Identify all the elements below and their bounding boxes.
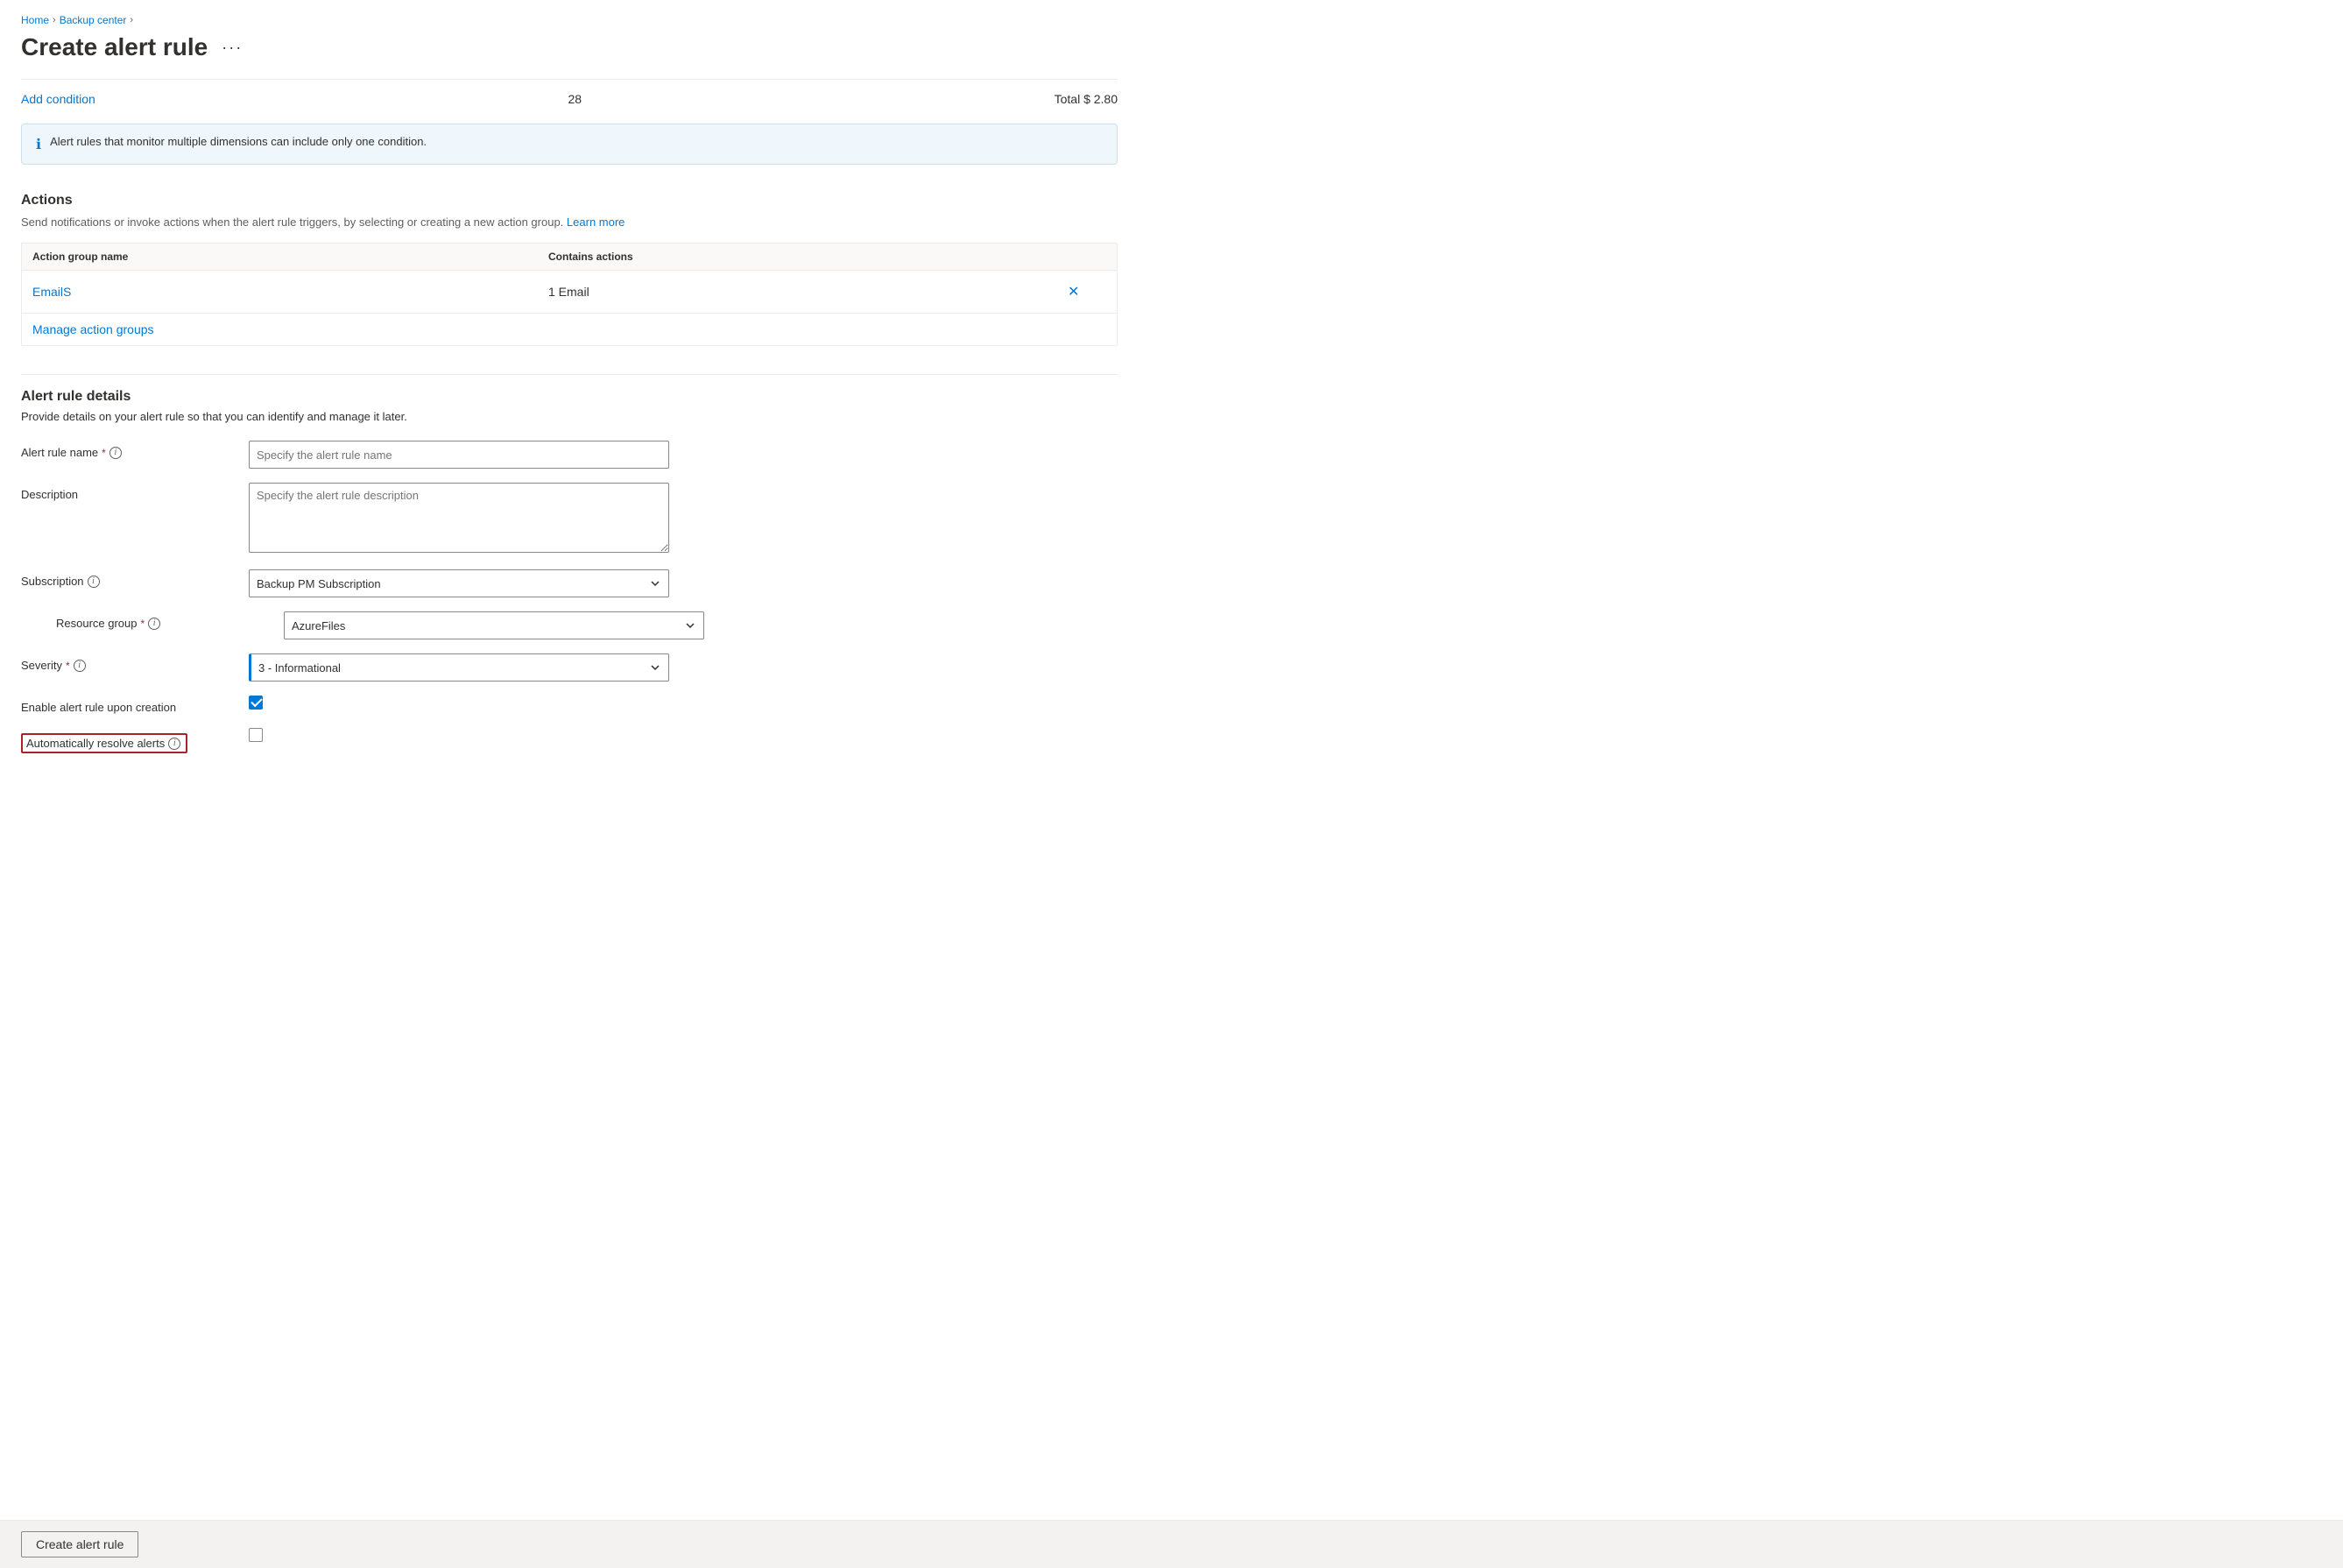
info-banner: ℹ Alert rules that monitor multiple dime… bbox=[21, 124, 1118, 165]
action-group-actions-cell: 1 Email bbox=[548, 285, 1064, 299]
auto-resolve-checkbox[interactable] bbox=[249, 728, 263, 742]
total-cost: Total $ 2.80 bbox=[1055, 92, 1118, 106]
subscription-row: Subscription i Backup PM Subscription bbox=[21, 569, 1118, 597]
description-label-col: Description bbox=[21, 483, 249, 501]
page-header: Create alert rule ··· bbox=[21, 33, 1118, 61]
details-section: Alert rule details Provide details on yo… bbox=[21, 389, 1118, 753]
ellipsis-button[interactable]: ··· bbox=[216, 37, 248, 59]
action-group-link[interactable]: EmailS bbox=[32, 285, 71, 299]
col-header-actions: Contains actions bbox=[548, 251, 1064, 263]
resource-group-row: Resource group * i AzureFiles bbox=[21, 611, 1118, 639]
action-group-name-cell: EmailS bbox=[32, 285, 548, 299]
manage-action-groups-link[interactable]: Manage action groups bbox=[32, 322, 154, 336]
subscription-control: Backup PM Subscription bbox=[249, 569, 1118, 597]
required-star-severity: * bbox=[66, 660, 70, 672]
auto-resolve-highlight: Automatically resolve alerts i bbox=[21, 733, 187, 753]
manage-link-row: Manage action groups bbox=[22, 314, 1117, 345]
subscription-label-col: Subscription i bbox=[21, 569, 249, 588]
alert-rule-name-info-icon[interactable]: i bbox=[109, 447, 122, 459]
description-control bbox=[249, 483, 1118, 555]
page-title: Create alert rule bbox=[21, 33, 208, 61]
details-section-desc: Provide details on your alert rule so th… bbox=[21, 410, 1118, 423]
auto-resolve-checkbox-wrapper bbox=[249, 728, 1118, 742]
subscription-info-icon[interactable]: i bbox=[88, 576, 100, 588]
action-groups-table: Action group name Contains actions Email… bbox=[21, 243, 1118, 346]
footer-bar: Create alert rule bbox=[0, 1520, 2343, 1568]
breadcrumb-backup-center[interactable]: Backup center bbox=[60, 14, 127, 26]
actions-section-title: Actions bbox=[21, 193, 1118, 208]
severity-label-col: Severity * i bbox=[21, 653, 249, 672]
auto-resolve-label-col: Automatically resolve alerts i bbox=[21, 728, 249, 753]
auto-resolve-info-icon[interactable]: i bbox=[168, 738, 180, 750]
severity-row: Severity * i 0 - Critical 1 - Error 2 - … bbox=[21, 653, 1118, 682]
alert-rule-name-label-col: Alert rule name * i bbox=[21, 441, 249, 459]
details-section-title: Alert rule details bbox=[21, 389, 1118, 405]
auto-resolve-row: Automatically resolve alerts i bbox=[21, 728, 1118, 753]
resource-group-label-col: Resource group * i bbox=[56, 611, 284, 630]
resource-group-select[interactable]: AzureFiles bbox=[284, 611, 704, 639]
create-alert-rule-button[interactable]: Create alert rule bbox=[21, 1531, 138, 1557]
resource-group-info-icon[interactable]: i bbox=[148, 618, 160, 630]
condition-count: 28 bbox=[568, 92, 582, 106]
resource-group-label: Resource group * i bbox=[56, 617, 284, 630]
enable-alert-control bbox=[249, 696, 1118, 710]
enable-alert-label-col: Enable alert rule upon creation bbox=[21, 696, 249, 714]
required-star-name: * bbox=[102, 447, 106, 459]
alert-rule-name-input[interactable] bbox=[249, 441, 669, 469]
severity-info-icon[interactable]: i bbox=[74, 660, 86, 672]
enable-alert-row: Enable alert rule upon creation bbox=[21, 696, 1118, 714]
table-row: EmailS 1 Email ✕ bbox=[22, 271, 1117, 314]
add-condition-button[interactable]: Add condition bbox=[21, 88, 95, 109]
breadcrumb-sep-1: › bbox=[53, 15, 56, 25]
severity-control: 0 - Critical 1 - Error 2 - Warning 3 - I… bbox=[249, 653, 1118, 682]
description-row: Description bbox=[21, 483, 1118, 555]
subscription-select[interactable]: Backup PM Subscription bbox=[249, 569, 669, 597]
breadcrumb: Home › Backup center › bbox=[21, 14, 1118, 26]
resource-group-control: AzureFiles bbox=[284, 611, 1118, 639]
subscription-label: Subscription i bbox=[21, 575, 249, 588]
severity-label: Severity * i bbox=[21, 659, 249, 672]
top-bar: Add condition 28 Total $ 2.80 bbox=[21, 79, 1118, 109]
description-label: Description bbox=[21, 488, 249, 501]
breadcrumb-home[interactable]: Home bbox=[21, 14, 49, 26]
enable-alert-label: Enable alert rule upon creation bbox=[21, 701, 249, 714]
alert-rule-name-row: Alert rule name * i bbox=[21, 441, 1118, 469]
auto-resolve-label: Automatically resolve alerts i bbox=[21, 733, 249, 753]
description-input[interactable] bbox=[249, 483, 669, 553]
section-divider bbox=[21, 374, 1118, 375]
required-star-rg: * bbox=[141, 618, 145, 630]
col-header-name: Action group name bbox=[32, 251, 548, 263]
alert-rule-name-label: Alert rule name * i bbox=[21, 446, 249, 459]
remove-action-group-button[interactable]: ✕ bbox=[1064, 279, 1083, 304]
breadcrumb-sep-2: › bbox=[130, 15, 133, 25]
actions-section-desc: Send notifications or invoke actions whe… bbox=[21, 215, 1118, 229]
info-banner-text: Alert rules that monitor multiple dimens… bbox=[50, 135, 427, 148]
action-group-remove-cell: ✕ bbox=[1064, 279, 1106, 304]
table-header: Action group name Contains actions bbox=[22, 244, 1117, 271]
enable-alert-checkbox-wrapper bbox=[249, 696, 1118, 710]
actions-desc-text: Send notifications or invoke actions whe… bbox=[21, 215, 563, 229]
alert-rule-name-control bbox=[249, 441, 1118, 469]
auto-resolve-control bbox=[249, 728, 1118, 742]
actions-section: Actions Send notifications or invoke act… bbox=[21, 193, 1118, 346]
severity-select[interactable]: 0 - Critical 1 - Error 2 - Warning 3 - I… bbox=[249, 653, 669, 682]
enable-alert-checkbox[interactable] bbox=[249, 696, 263, 710]
info-banner-icon: ℹ bbox=[36, 136, 41, 153]
learn-more-link[interactable]: Learn more bbox=[567, 215, 625, 229]
